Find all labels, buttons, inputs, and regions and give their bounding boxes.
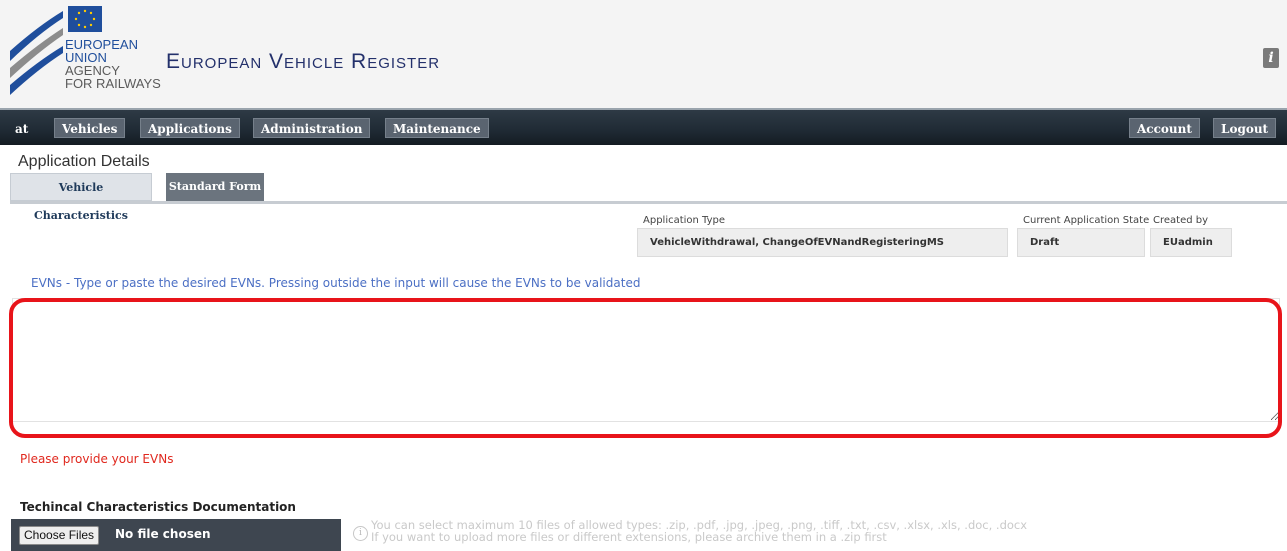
main-navbar: at Vehicles Applications Administration … [0, 108, 1287, 145]
nav-vehicles[interactable]: Vehicles [54, 118, 126, 138]
tab-standard-form[interactable]: Standard Form [166, 173, 264, 201]
logo-line: FOR RAILWAYS [65, 76, 161, 91]
nav-applications[interactable]: Applications [140, 118, 240, 138]
tab-divider [10, 201, 1287, 204]
tab-vehicle-characteristics[interactable]: Vehicle Characteristics [10, 173, 152, 222]
nav-account[interactable]: Account [1129, 118, 1200, 138]
application-type-value: VehicleWithdrawal, ChangeOfEVNandRegiste… [637, 228, 1008, 257]
file-upload-bar: Choose Files No file chosen [11, 519, 341, 551]
logo-text: EUROPEAN UNION AGENCY FOR RAILWAYS [65, 38, 161, 90]
evn-error-message: Please provide your EVNs [20, 452, 174, 466]
created-by-label: Created by [1153, 215, 1209, 226]
nav-logout[interactable]: Logout [1213, 118, 1277, 138]
site-title: European Vehicle Register [166, 50, 441, 73]
page-title: Application Details [18, 153, 150, 170]
site-header: EUROPEAN UNION AGENCY FOR RAILWAYS Europ… [0, 0, 1287, 108]
file-status: No file chosen [115, 527, 211, 541]
application-state-value: Draft [1017, 228, 1145, 257]
file-hint-line: If you want to upload more files or diff… [371, 530, 887, 544]
info-icon[interactable]: i [1263, 48, 1279, 68]
created-by-value: EUadmin [1150, 228, 1232, 257]
application-state-label: Current Application State [1023, 215, 1150, 226]
nav-administration[interactable]: Administration [253, 118, 371, 138]
nav-maintenance[interactable]: Maintenance [385, 118, 489, 138]
evn-help-text: EVNs - Type or paste the desired EVNs. P… [31, 276, 641, 290]
info-circle-icon: i [353, 526, 368, 541]
documentation-title: Techincal Characteristics Documentation [20, 500, 296, 514]
nav-user[interactable]: at [15, 119, 28, 139]
evn-input-wrapper [12, 298, 1280, 422]
file-hint: You can select maximum 10 files of allow… [371, 519, 1027, 543]
choose-files-button[interactable]: Choose Files [19, 526, 100, 545]
application-type-label: Application Type [643, 215, 726, 226]
evn-input[interactable] [13, 299, 1279, 421]
